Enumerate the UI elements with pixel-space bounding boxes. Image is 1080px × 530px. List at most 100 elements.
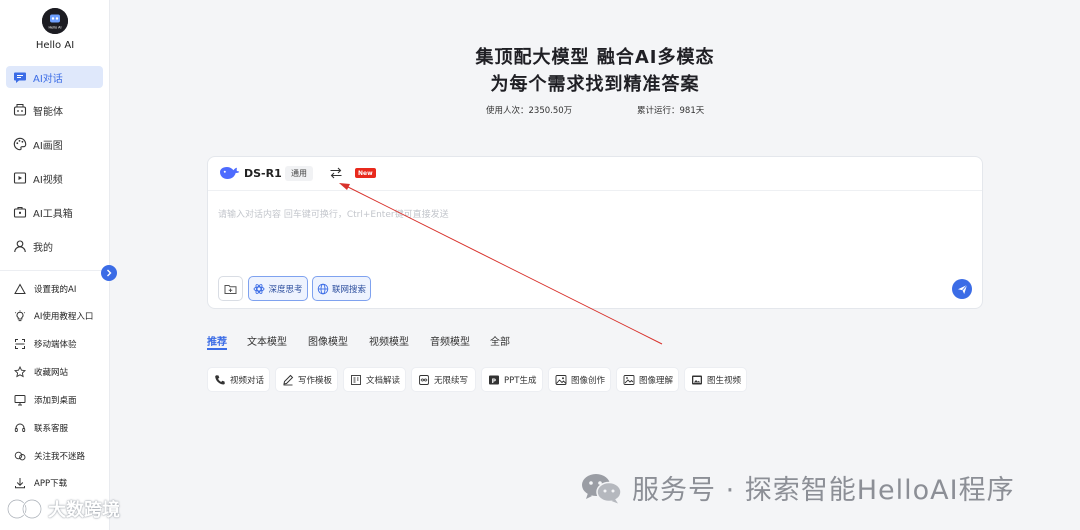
nav-label: AI对话: [33, 73, 63, 85]
chip-writing-template[interactable]: 写作模板: [275, 367, 338, 392]
lightbulb-icon: [14, 310, 26, 322]
nav-item-ai-video[interactable]: AI视频: [6, 167, 103, 189]
bigdata-watermark-text: 大数跨境: [48, 500, 120, 521]
chip-label: 无限续写: [434, 375, 469, 386]
sidebar-collapse-button[interactable]: [101, 265, 117, 281]
logo-text: Hello AI: [49, 26, 62, 30]
send-icon: [957, 284, 968, 295]
ppt-icon: P: [488, 374, 500, 386]
category-tab-video-models[interactable]: 视频模型: [369, 333, 409, 348]
swap-icon: [329, 167, 343, 179]
nav-item-ai-paint[interactable]: AI画图: [6, 133, 103, 155]
app-logo[interactable]: Hello AI: [42, 8, 68, 34]
download-icon: [14, 477, 26, 489]
new-badge: New: [355, 168, 376, 178]
nav-label: AI画图: [33, 140, 63, 152]
document-icon: [350, 374, 362, 386]
atom-icon: [253, 283, 265, 295]
category-tab-all[interactable]: 全部: [490, 333, 510, 348]
util-label: 联系客服: [34, 424, 69, 434]
chip-label: 文档解读: [366, 375, 401, 386]
util-item-bookmark[interactable]: 收藏网站: [14, 363, 68, 381]
whale-icon[interactable]: [218, 164, 240, 182]
chip-label: 图生视频: [707, 375, 742, 386]
runtime-stat: 累计运行：981天: [637, 104, 704, 116]
util-item-mobile[interactable]: 移动端体验: [14, 335, 77, 353]
util-item-contact-support[interactable]: 联系客服: [14, 419, 68, 437]
wechat-icon: [580, 471, 624, 505]
chip-document-reading[interactable]: 文档解读: [343, 367, 406, 392]
chip-image-understanding[interactable]: 图像理解: [616, 367, 679, 392]
category-tab-audio-models[interactable]: 音频模型: [430, 333, 470, 348]
nav-item-ai-toolbox[interactable]: AI工具箱: [6, 201, 103, 223]
deep-think-label: 深度思考: [268, 284, 303, 295]
sidebar: Hello AI Hello AI AI对话 智能体 AI画图 AI视频 AI工…: [0, 0, 110, 530]
util-label: APP下载: [34, 479, 68, 489]
headline-line1: 集顶配大模型 融合AI多模态: [475, 47, 715, 68]
util-item-app-download[interactable]: APP下载: [14, 474, 67, 492]
video-icon: [13, 171, 27, 185]
util-label: 收藏网站: [34, 368, 69, 378]
util-label: 移动端体验: [34, 340, 77, 350]
chip-label: 写作模板: [298, 375, 333, 386]
user-icon: [13, 239, 27, 253]
chevron-right-icon: [105, 269, 113, 277]
util-item-tutorial[interactable]: AI使用教程入口: [14, 307, 93, 325]
nav-item-ai-chat[interactable]: AI对话: [6, 66, 103, 88]
wechat-watermark-text: 服务号 · 探索智能HelloAI程序: [632, 475, 1015, 506]
model-tag: 通用: [285, 166, 313, 181]
chip-label: 图像理解: [639, 375, 674, 386]
usage-label: 使用人次：: [486, 106, 529, 116]
send-button[interactable]: [952, 279, 972, 299]
chip-video-chat[interactable]: 视频对话: [207, 367, 270, 392]
nav-label: 智能体: [33, 106, 63, 118]
chip-image-to-video[interactable]: 图生视频: [684, 367, 747, 392]
pen-icon: [282, 374, 294, 386]
svg-text:P: P: [492, 377, 497, 384]
web-search-toggle[interactable]: 联网搜索: [312, 276, 371, 301]
chat-input[interactable]: [218, 207, 958, 267]
usage-value: 2350.50万: [528, 106, 573, 116]
chat-icon: [13, 70, 27, 84]
chip-ppt-generation[interactable]: P PPT生成: [481, 367, 543, 392]
deep-think-toggle[interactable]: 深度思考: [248, 276, 308, 301]
chip-image-creation[interactable]: 图像创作: [548, 367, 611, 392]
triangle-icon: [14, 283, 26, 295]
star-icon: [14, 366, 26, 378]
runtime-value: 981天: [679, 106, 705, 116]
model-name[interactable]: DS-R1: [244, 167, 282, 180]
image-video-icon: [691, 374, 703, 386]
util-label: 设置我的AI: [34, 285, 77, 295]
active-tab-underline: [207, 348, 227, 350]
nav-item-agents[interactable]: 智能体: [6, 99, 103, 121]
image-scan-icon: [623, 374, 635, 386]
bigdata-watermark: 大数跨境: [6, 496, 120, 522]
chip-label: 图像创作: [571, 375, 606, 386]
nav-item-mine[interactable]: 我的: [6, 235, 103, 257]
category-tab-text-models[interactable]: 文本模型: [247, 333, 287, 348]
chip-label: 视频对话: [230, 375, 265, 386]
util-item-add-desktop[interactable]: 添加到桌面: [14, 391, 77, 409]
usage-stat: 使用人次：2350.50万: [486, 104, 572, 116]
phone-icon: [214, 374, 226, 386]
util-item-follow[interactable]: 关注我不迷路: [14, 447, 85, 465]
palette-icon: [13, 137, 27, 151]
nav-label: 我的: [33, 242, 53, 254]
util-label: AI使用教程入口: [34, 312, 94, 322]
chat-panel: DS-R1 通用 New 深度思考 联网搜索: [207, 156, 983, 309]
headset-icon: [14, 422, 26, 434]
category-tab-recommended[interactable]: 推荐: [207, 333, 227, 348]
chip-infinite-writing[interactable]: 无限续写: [411, 367, 476, 392]
robot-icon: [13, 103, 27, 117]
chip-label: PPT生成: [504, 375, 537, 386]
web-search-label: 联网搜索: [331, 284, 366, 295]
headline-line2: 为每个需求找到精准答案: [490, 74, 700, 95]
wechat-watermark: 服务号 · 探索智能HelloAI程序: [580, 468, 1015, 507]
util-item-setup-my-ai[interactable]: 设置我的AI: [14, 280, 76, 298]
category-tab-image-models[interactable]: 图像模型: [308, 333, 348, 348]
model-bar: DS-R1 通用 New: [208, 157, 982, 191]
upload-file-button[interactable]: [218, 276, 243, 301]
follow-icon: [14, 450, 26, 462]
toolbox-icon: [13, 205, 27, 219]
swap-model-button[interactable]: [328, 165, 344, 181]
